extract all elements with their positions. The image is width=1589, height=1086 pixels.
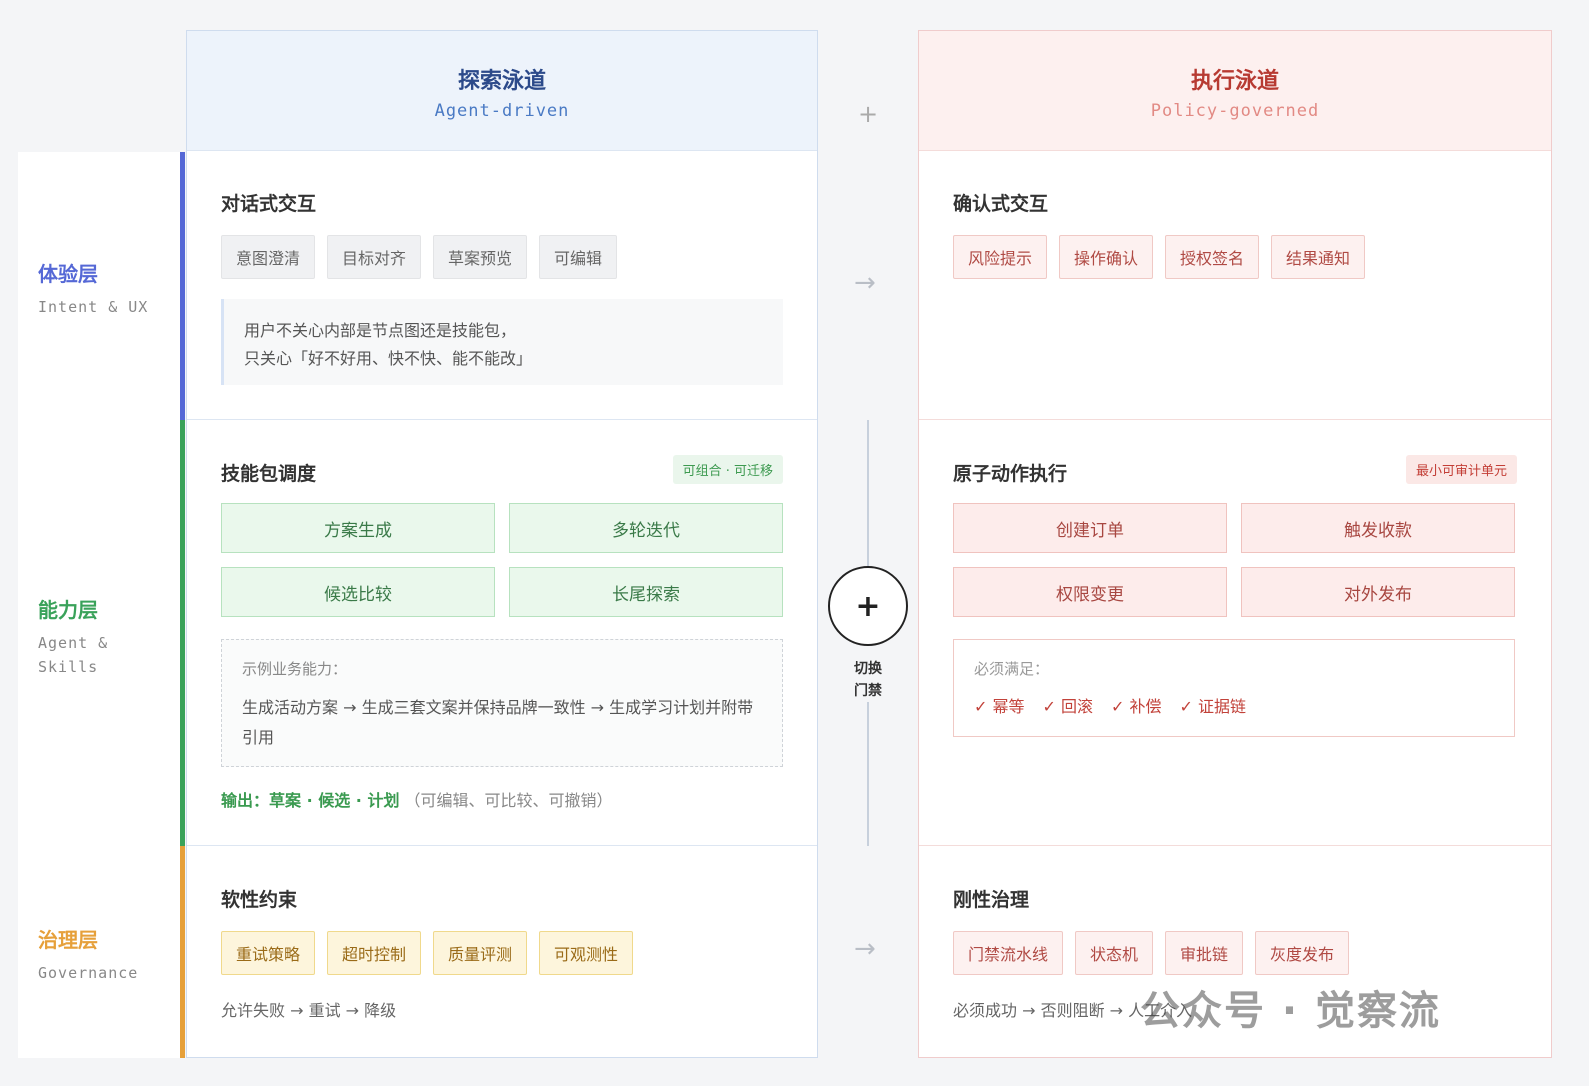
governance-layer-label: 治理层 Governance bbox=[38, 924, 138, 985]
switch-label-line: 门禁 bbox=[854, 683, 882, 699]
example-capabilities-box: 示例业务能力： 生成活动方案 → 生成三套文案并保持品牌一致性 → 生成学习计划… bbox=[221, 639, 783, 767]
chip[interactable]: 超时控制 bbox=[327, 931, 422, 975]
section-title: 确认式交互 bbox=[953, 193, 1049, 215]
divider bbox=[919, 419, 1551, 420]
arrow-right-icon: → bbox=[854, 268, 876, 298]
section-title: 原子动作执行 bbox=[953, 463, 1068, 485]
output-label: 输出：草案 · 候选 · 计划 bbox=[221, 791, 400, 810]
chip[interactable]: 重试策略 bbox=[221, 931, 316, 975]
section-title: 对话式交互 bbox=[221, 193, 317, 215]
chip[interactable]: 状态机 bbox=[1075, 931, 1154, 975]
section-title: 软性约束 bbox=[221, 889, 298, 911]
lane-subtitle: Agent-driven bbox=[434, 101, 570, 121]
switch-gate-label: 切换 门禁 bbox=[846, 658, 890, 702]
chip[interactable]: 草案预览 bbox=[433, 235, 528, 279]
experience-chips: 意图澄清 目标对齐 草案预览 可编辑 bbox=[221, 235, 618, 279]
exploration-lane: 探索泳道 Agent-driven 对话式交互 意图澄清 目标对齐 草案预览 可… bbox=[186, 30, 818, 1058]
skill-button[interactable]: 方案生成 bbox=[221, 503, 495, 553]
divider bbox=[187, 419, 817, 420]
lane-title: 执行泳道 bbox=[1190, 69, 1279, 94]
output-note: （可编辑、可比较、可撤销） bbox=[404, 791, 613, 810]
experience-layer-label: 体验层 Intent & UX bbox=[38, 258, 148, 319]
execution-lane-header: 执行泳道 Policy-governed bbox=[919, 31, 1551, 151]
layer-title: 能力层 bbox=[38, 598, 98, 622]
governance-note: 允许失败 → 重试 → 降级 bbox=[221, 1001, 397, 1020]
experience-chips: 风险提示 操作确认 授权签名 结果通知 bbox=[953, 235, 1366, 279]
chip[interactable]: 灰度发布 bbox=[1255, 931, 1350, 975]
chip[interactable]: 门禁流水线 bbox=[953, 931, 1064, 975]
execution-lane: 执行泳道 Policy-governed 确认式交互 风险提示 操作确认 授权签… bbox=[918, 30, 1552, 1058]
layer-subtitle: Governance bbox=[38, 964, 139, 982]
plus-icon: + bbox=[858, 100, 879, 128]
layer-title: 治理层 bbox=[38, 928, 98, 952]
capability-layer-bar bbox=[180, 420, 185, 846]
quote-line: 只关心「好不好用、快不快、能不能改」 bbox=[244, 349, 533, 368]
composable-tag: 可组合 · 可迁移 bbox=[672, 455, 783, 484]
action-button[interactable]: 创建订单 bbox=[953, 503, 1227, 553]
watermark: 公众号 · 觉察流 bbox=[1140, 988, 1442, 1034]
divider bbox=[187, 845, 817, 846]
action-button[interactable]: 对外发布 bbox=[1241, 567, 1515, 617]
requirement-item: ✓ 幂等 bbox=[974, 697, 1025, 716]
governance-chips: 重试策略 超时控制 质量评测 可观测性 bbox=[221, 931, 634, 975]
chip[interactable]: 结果通知 bbox=[1271, 235, 1366, 279]
section-title: 刚性治理 bbox=[953, 889, 1030, 911]
switch-gate-button[interactable]: + bbox=[828, 566, 908, 646]
section-title: 技能包调度 bbox=[221, 463, 317, 485]
governance-chips: 门禁流水线 状态机 审批链 灰度发布 bbox=[953, 931, 1350, 975]
chip[interactable]: 风险提示 bbox=[953, 235, 1048, 279]
example-label: 示例业务能力： bbox=[242, 660, 348, 678]
skill-button[interactable]: 候选比较 bbox=[221, 567, 495, 617]
chip[interactable]: 质量评测 bbox=[433, 931, 528, 975]
arrow-right-icon: → bbox=[854, 934, 876, 964]
lane-subtitle: Policy-governed bbox=[1150, 101, 1320, 121]
divider bbox=[919, 845, 1551, 846]
requirements-box: 必须满足： ✓ 幂等 ✓ 回滚 ✓ 补偿 ✓ 证据链 bbox=[953, 639, 1515, 737]
connector-line bbox=[867, 700, 869, 846]
requirements-list: ✓ 幂等 ✓ 回滚 ✓ 补偿 ✓ 证据链 bbox=[974, 693, 1494, 717]
user-quote: 用户不关心内部是节点图还是技能包， 只关心「好不好用、快不快、能不能改」 bbox=[221, 299, 783, 385]
chip[interactable]: 审批链 bbox=[1165, 931, 1244, 975]
example-text: 生成活动方案 → 生成三套文案并保持品牌一致性 → 生成学习计划并附带引用 bbox=[242, 698, 754, 747]
experience-layer-bar bbox=[180, 152, 185, 420]
chip[interactable]: 授权签名 bbox=[1165, 235, 1260, 279]
exploration-lane-header: 探索泳道 Agent-driven bbox=[187, 31, 817, 151]
capability-layer-label: 能力层 Agent & Skills bbox=[38, 594, 158, 679]
requirement-item: ✓ 证据链 bbox=[1179, 697, 1247, 716]
chip[interactable]: 可编辑 bbox=[539, 235, 618, 279]
connector-line bbox=[867, 420, 869, 566]
lane-title: 探索泳道 bbox=[457, 69, 546, 94]
action-button[interactable]: 权限变更 bbox=[953, 567, 1227, 617]
layer-title: 体验层 bbox=[38, 262, 98, 286]
layer-subtitle: Agent & Skills bbox=[38, 634, 109, 676]
chip[interactable]: 意图澄清 bbox=[221, 235, 316, 279]
action-button[interactable]: 触发收款 bbox=[1241, 503, 1515, 553]
requirements-label: 必须满足： bbox=[974, 660, 1050, 678]
chip[interactable]: 目标对齐 bbox=[327, 235, 422, 279]
requirement-item: ✓ 补偿 bbox=[1111, 697, 1162, 716]
quote-line: 用户不关心内部是节点图还是技能包， bbox=[244, 321, 517, 340]
governance-layer-bar bbox=[180, 846, 185, 1058]
skill-button[interactable]: 多轮迭代 bbox=[509, 503, 783, 553]
layer-subtitle: Intent & UX bbox=[38, 298, 149, 316]
switch-label-line: 切换 bbox=[854, 661, 882, 677]
auditable-tag: 最小可审计单元 bbox=[1405, 455, 1517, 484]
skill-button[interactable]: 长尾探索 bbox=[509, 567, 783, 617]
output-line: 输出：草案 · 候选 · 计划 （可编辑、可比较、可撤销） bbox=[221, 787, 613, 811]
chip[interactable]: 操作确认 bbox=[1059, 235, 1154, 279]
requirement-item: ✓ 回滚 bbox=[1042, 697, 1094, 716]
chip[interactable]: 可观测性 bbox=[539, 931, 634, 975]
